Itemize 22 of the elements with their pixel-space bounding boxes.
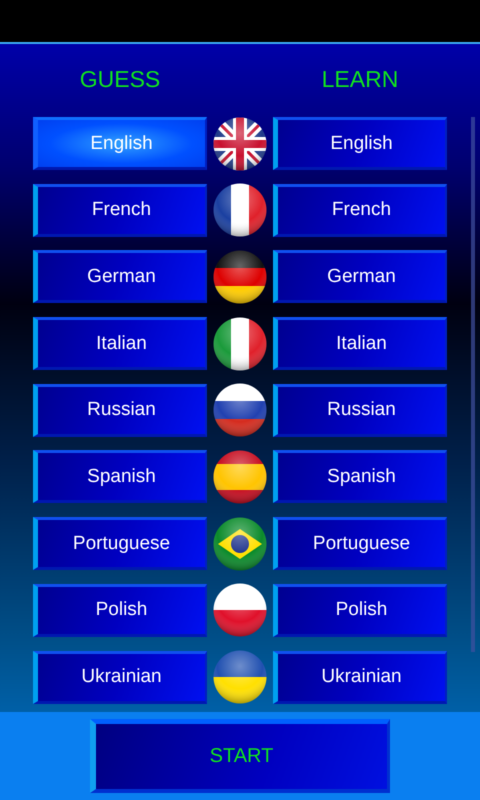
guess-language-button[interactable]: Russian — [33, 384, 207, 437]
guess-language-button[interactable]: Portuguese — [33, 517, 207, 570]
scrollbar[interactable] — [471, 117, 475, 652]
guess-language-button[interactable]: English — [33, 117, 207, 170]
guess-language-button[interactable]: Ukrainian — [33, 650, 207, 704]
learn-language-button[interactable]: Ukrainian — [273, 650, 447, 704]
guess-language-button[interactable]: Italian — [33, 317, 207, 370]
learn-heading: LEARN — [320, 66, 400, 93]
guess-language-button[interactable]: Spanish — [33, 450, 207, 504]
learn-language-button[interactable]: English — [273, 117, 447, 170]
learn-language-button[interactable]: Italian — [273, 317, 447, 370]
guess-language-button[interactable]: French — [33, 184, 207, 237]
guess-language-button[interactable]: Polish — [33, 584, 207, 637]
start-button[interactable]: START — [90, 719, 390, 793]
learn-language-button[interactable]: Russian — [273, 384, 447, 437]
learn-language-button[interactable]: Spanish — [273, 450, 447, 504]
guess-language-button[interactable]: German — [33, 250, 207, 304]
learn-language-button[interactable]: Polish — [273, 584, 447, 637]
learn-language-button[interactable]: French — [273, 184, 447, 237]
learn-language-button[interactable]: German — [273, 250, 447, 304]
learn-language-button[interactable]: Portuguese — [273, 517, 447, 570]
guess-heading: GUESS — [78, 66, 162, 93]
